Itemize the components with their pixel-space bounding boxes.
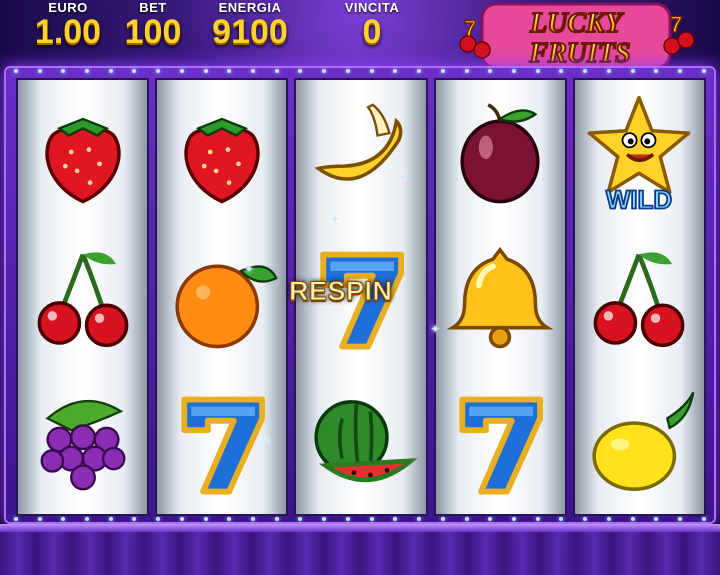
stat-bet: BET 100 (118, 0, 188, 49)
stat-energia: ENERGIA 9100 (198, 0, 302, 49)
sparkle-icon: ✦ (398, 170, 409, 184)
stat-vincita: VINCITA 0 (334, 0, 410, 49)
bottom-stage (0, 524, 720, 575)
grapes-icon (24, 377, 142, 507)
top-hud: EURO 1.00 BET 100 ENERGIA 9100 VINCITA 0… (0, 0, 720, 70)
reel-4 (433, 78, 567, 516)
wild-label: WILD (606, 185, 672, 211)
reel-1 (16, 78, 150, 516)
stat-euro: EURO 1.00 (28, 0, 108, 49)
svg-text:7: 7 (670, 12, 682, 37)
svg-text:7: 7 (464, 16, 476, 41)
marquee-lights (4, 517, 716, 521)
logo-line2: FRUITS (528, 38, 630, 69)
sparkle-icon: ✦ (244, 262, 255, 276)
lucky-fruits-logo: 7 7 LUCKY FRUITS (459, 2, 695, 70)
reel-5: WILD (572, 78, 707, 516)
stat-value: 1.00 (34, 13, 102, 51)
stat-value: 100 (124, 13, 182, 51)
blue-seven-icon (441, 377, 559, 507)
stat-value: 9100 (212, 13, 288, 51)
sparkle-icon: ✦ (430, 322, 441, 336)
orange-icon (163, 232, 281, 362)
sparkle-icon: ✦ (330, 212, 341, 226)
cherries-icon (24, 232, 142, 362)
cherries-icon (580, 232, 698, 362)
watermelon-icon (302, 377, 420, 507)
wild-star-icon: WILD (580, 87, 698, 217)
respin-label: RESPIN (289, 276, 393, 307)
reel-2 (155, 78, 289, 516)
golden-bell-icon (441, 232, 559, 362)
marquee-lights (4, 69, 716, 73)
strawberry-icon (163, 87, 281, 217)
plum-icon (441, 87, 559, 217)
stat-value: 0 (362, 13, 382, 51)
banana-icon (302, 87, 420, 217)
logo-line1: LUCKY (529, 8, 625, 39)
lemon-icon (580, 377, 698, 507)
sparkle-icon: ✦ (262, 434, 273, 448)
strawberry-icon (24, 87, 142, 217)
